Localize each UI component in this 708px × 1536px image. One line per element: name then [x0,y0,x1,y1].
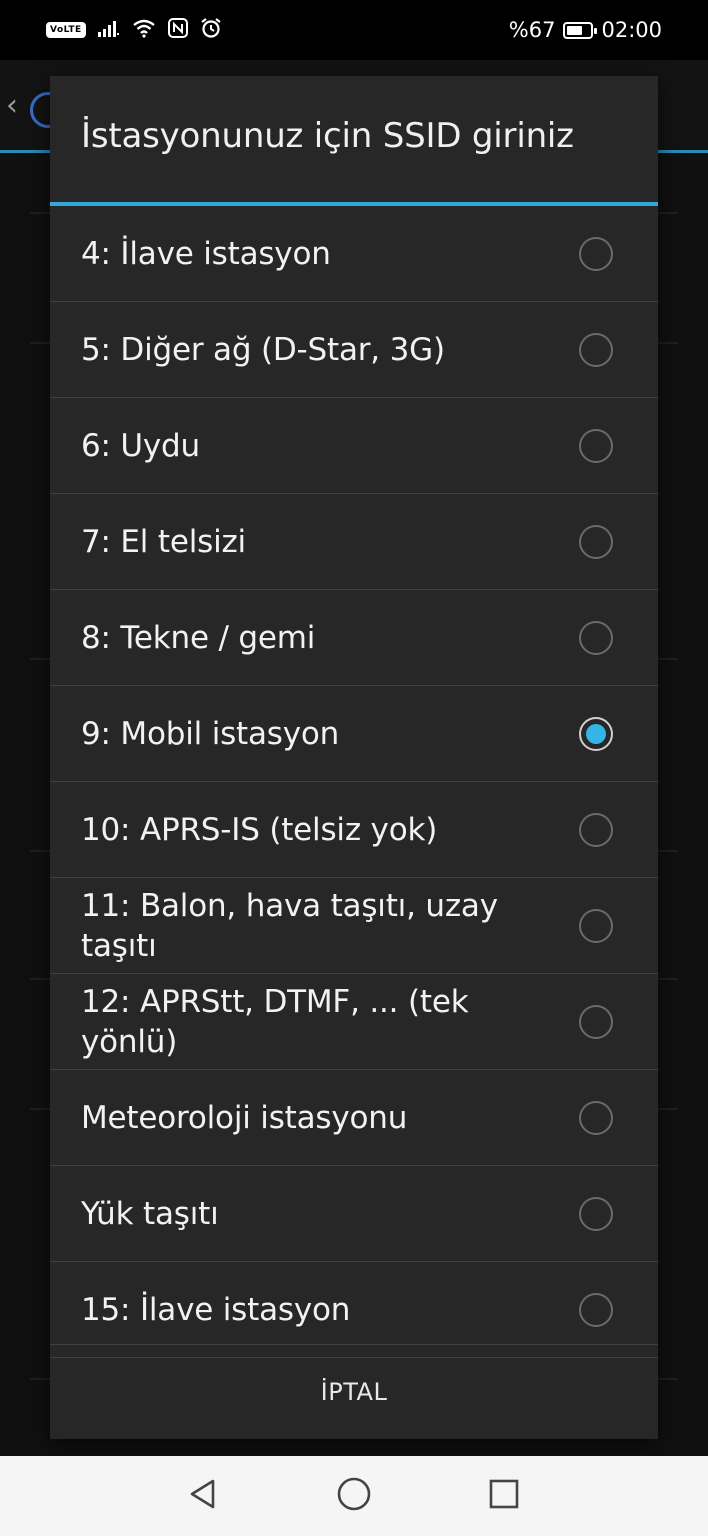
back-triangle-icon [186,1477,220,1515]
radio-unselected-icon[interactable] [579,1004,613,1039]
ssid-option[interactable]: Meteoroloji istasyonu [50,1070,658,1166]
alarm-icon [200,17,222,43]
ssid-option[interactable]: 8: Tekne / gemi [50,590,658,686]
ssid-option-label: 8: Tekne / gemi [81,619,316,656]
wifi-icon [132,18,156,42]
ssid-option-label: 6: Uydu [81,427,200,464]
radio-unselected-icon[interactable] [579,524,613,559]
volte-badge: VoLTE [46,22,86,38]
clock: 02:00 [601,18,662,42]
radio-unselected-icon[interactable] [579,620,613,655]
nav-recents-button[interactable] [484,1476,524,1516]
radio-unselected-icon[interactable] [579,908,613,943]
home-circle-icon [336,1476,372,1516]
dialog-footer: İPTAL [50,1344,658,1439]
ssid-option-label: 10: APRS-IS (telsiz yok) [81,811,438,848]
status-icons-left: VoLTE [46,16,222,44]
ssid-option-label: 5: Diğer ağ (D-Star, 3G) [81,331,445,368]
navigation-bar [0,1456,708,1536]
dialog-header: İstasyonunuz için SSID giriniz [50,76,658,206]
radio-unselected-icon[interactable] [579,428,613,463]
battery-icon [563,21,598,39]
status-bar: VoLTE %67 02:00 [0,0,708,60]
recents-square-icon [487,1477,521,1515]
back-arrow-icon: ‹ [6,88,18,123]
radio-unselected-icon[interactable] [579,332,613,367]
ssid-option[interactable]: 11: Balon, hava taşıtı, uzay taşıtı [50,878,658,974]
status-icons-right: %67 02:00 [509,15,662,45]
signal-icon [97,19,120,41]
radio-unselected-icon[interactable] [579,1292,613,1327]
ssid-option-label: Meteoroloji istasyonu [81,1099,408,1136]
dialog-title: İstasyonunuz için SSID giriniz [81,116,574,156]
radio-unselected-icon[interactable] [579,812,613,847]
nav-home-button[interactable] [334,1476,374,1516]
battery-level [567,25,583,35]
ssid-options-list: 4: İlave istasyon 5: Diğer ağ (D-Star, 3G… [50,206,658,1358]
ssid-option-label: 7: El telsizi [81,523,246,560]
radio-unselected-icon[interactable] [579,1100,613,1135]
ssid-option-label: 4: İlave istasyon [81,235,331,272]
ssid-option[interactable]: 7: El telsizi [50,494,658,590]
screen: VoLTE %67 02:00 ‹ İstasyonunuz için SSID… [0,0,708,1536]
nav-back-button[interactable] [183,1476,223,1516]
nfc-icon [167,18,188,42]
ssid-option-label: 9: Mobil istasyon [81,715,340,752]
ssid-option-label: 12: APRStt, DTMF, ... (tek yönlü) [81,983,469,1060]
ssid-option[interactable]: Yük taşıtı [50,1166,658,1262]
ssid-option[interactable]: 6: Uydu [50,398,658,494]
ssid-option[interactable]: 9: Mobil istasyon [50,686,658,782]
radio-unselected-icon[interactable] [579,236,613,271]
ssid-option[interactable]: 4: İlave istasyon [50,206,658,302]
ssid-option[interactable]: 12: APRStt, DTMF, ... (tek yönlü) [50,974,658,1070]
ssid-dialog: İstasyonunuz için SSID giriniz 4: İlave … [50,76,658,1439]
radio-unselected-icon[interactable] [579,1196,613,1231]
battery-percent: %67 [508,18,556,42]
cancel-button[interactable]: İPTAL [281,1358,428,1426]
radio-selected-icon[interactable] [579,716,613,751]
ssid-option-label: Yük taşıtı [81,1195,219,1232]
ssid-option[interactable]: 5: Diğer ağ (D-Star, 3G) [50,302,658,398]
ssid-option-label: 11: Balon, hava taşıtı, uzay taşıtı [81,887,498,964]
ssid-option[interactable]: 10: APRS-IS (telsiz yok) [50,782,658,878]
ssid-option-label: 15: İlave istasyon [81,1291,351,1328]
